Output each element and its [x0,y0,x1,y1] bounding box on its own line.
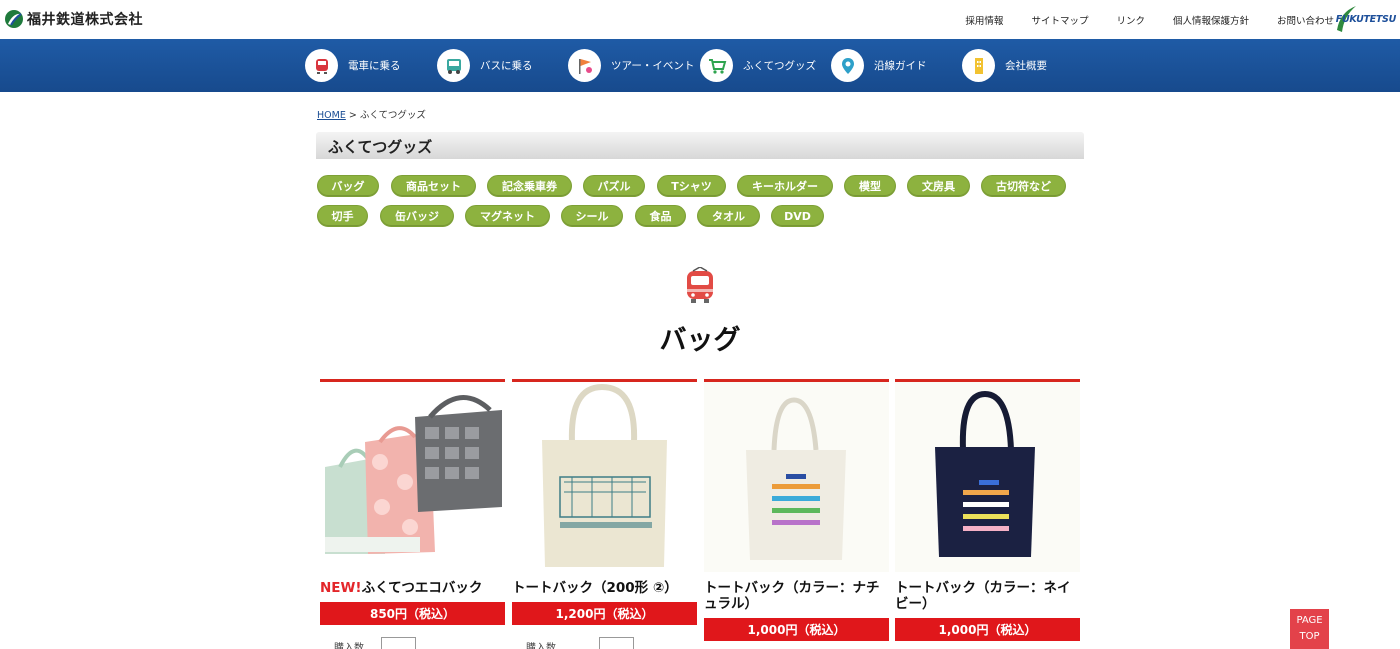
link-sitemap[interactable]: サイトマップ [1031,13,1088,27]
product-image[interactable] [512,382,697,572]
breadcrumb-current: ふくてつグッズ [359,110,426,121]
category-button[interactable]: 記念乗車券 [487,175,572,197]
product-price: 1,000円（税込） [704,618,889,641]
brand-text: FUKUTETSU [1335,14,1397,25]
product-card[interactable]: トートバック（カラー：ナチュラル） 1,000円（税込） [704,379,889,641]
nav-label: 会社概要 [1005,60,1047,72]
category-button[interactable]: 模型 [844,175,896,197]
train-icon [305,49,338,82]
quantity-input[interactable] [381,637,416,649]
quantity-label: 購入数 [526,643,556,649]
category-button[interactable]: Tシャツ [657,175,726,197]
quantity-row: 購入数 [512,637,697,649]
page-top-label-2: TOP [1299,631,1320,642]
product-image[interactable] [704,382,889,572]
nav-label: ツアー・イベント [611,60,695,72]
breadcrumb-home[interactable]: HOME [317,110,346,121]
link-links[interactable]: リンク [1116,13,1145,27]
site-logo[interactable]: 福井鉄道株式会社 [4,9,143,29]
quantity-input[interactable] [599,637,634,649]
product-price: 850円（税込） [320,602,505,625]
link-recruit[interactable]: 採用情報 [965,13,1003,27]
category-button[interactable]: キーホルダー [737,175,833,197]
nav-label: 沿線ガイド [874,60,927,72]
breadcrumb: HOME > ふくてつグッズ [317,107,426,121]
nav-item-tour[interactable]: ツアー・イベント [568,49,694,82]
flag-icon [568,49,601,82]
category-button[interactable]: DVD [771,205,824,227]
nav-item-train[interactable]: 電車に乗る [305,49,401,82]
nav-label: 電車に乗る [348,60,401,72]
product-card[interactable]: トートバック（200形 ②） 1,200円（税込） 購入数 [512,379,697,649]
quantity-row: 購入数 [320,637,505,649]
category-button[interactable]: マグネット [465,205,550,227]
link-privacy[interactable]: 個人情報保護方針 [1173,13,1249,27]
cart-icon [700,49,733,82]
category-button[interactable]: 切手 [317,205,368,227]
page-title: ふくてつグッズ [328,138,433,156]
breadcrumb-separator: > [348,110,357,121]
product-name[interactable]: トートバック（カラー：ネイビー） [895,580,1080,612]
product-price: 1,000円（税込） [895,618,1080,641]
category-heading: バッグ [659,325,741,356]
category-button[interactable]: 古切符など [981,175,1066,197]
product-card[interactable]: NEW!ふくてつエコバック 850円（税込） 購入数 [320,379,505,649]
category-button[interactable]: 文房具 [907,175,970,197]
nav-item-guide[interactable]: 沿線ガイド [831,49,927,82]
product-card[interactable]: トートバック（カラー：ネイビー） 1,000円（税込） [895,379,1080,641]
product-name[interactable]: トートバック（カラー：ナチュラル） [704,580,889,612]
new-badge: NEW! [320,580,362,596]
product-name[interactable]: NEW!ふくてつエコバック [320,580,505,596]
page-top-label-1: PAGE [1296,615,1323,626]
train-icon [687,267,713,303]
nav-item-company[interactable]: 会社概要 [962,49,1047,82]
category-button[interactable]: 商品セット [391,175,476,197]
map-pin-icon [831,49,864,82]
logo-text: 福井鉄道株式会社 [27,12,143,28]
category-button[interactable]: 缶バッジ [380,205,454,227]
nav-label: ふくてつグッズ [743,60,816,72]
page-top-button[interactable]: PAGE TOP [1290,609,1329,649]
main-nav: 電車に乗る バスに乗る ツアー・イベント ふくてつグッズ 沿線ガイド 会社概要 [0,39,1400,92]
link-contact[interactable]: お問い合わせ [1277,13,1334,27]
quantity-label: 購入数 [334,643,364,649]
building-icon [962,49,995,82]
nav-label: バスに乗る [480,60,533,72]
category-button[interactable]: パズル [583,175,645,197]
bus-icon [437,49,470,82]
section-title-bar: ふくてつグッズ [316,132,1084,159]
category-button[interactable]: タオル [697,205,760,227]
product-price: 1,200円（税込） [512,602,697,625]
product-image[interactable] [320,382,505,572]
product-name[interactable]: トートバック（200形 ②） [512,580,697,596]
header-links: 採用情報 サイトマップ リンク 個人情報保護方針 お問い合わせ [937,13,1334,27]
nav-item-goods[interactable]: ふくてつグッズ [700,49,816,82]
nav-item-bus[interactable]: バスに乗る [437,49,533,82]
category-button[interactable]: シール [561,205,623,227]
category-button[interactable]: バッグ [317,175,379,197]
product-image[interactable] [895,382,1080,572]
category-button[interactable]: 食品 [635,205,686,227]
logo-mark-icon [5,10,23,28]
top-bar: 福井鉄道株式会社 採用情報 サイトマップ リンク 個人情報保護方針 お問い合わせ… [0,0,1400,39]
